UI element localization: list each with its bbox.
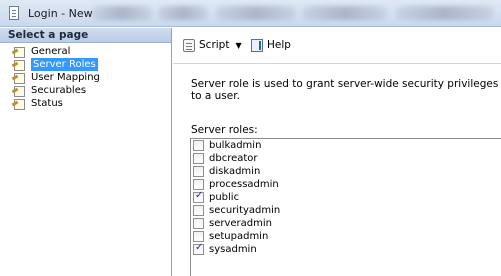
page-description: Server role is used to grant server-wide… <box>191 78 499 102</box>
help-label: Help <box>267 39 291 51</box>
script-icon <box>183 38 195 52</box>
document-icon <box>9 6 19 20</box>
role-name: dbcreator <box>209 153 258 164</box>
role-row-dbcreator[interactable]: dbcreator <box>191 152 501 165</box>
role-name: diskadmin <box>209 166 261 177</box>
role-row-public[interactable]: public <box>191 190 501 204</box>
role-row-bulkadmin[interactable]: bulkadmin <box>191 139 501 152</box>
role-name: bulkadmin <box>209 140 262 151</box>
page-item-server-roles[interactable]: Server Roles <box>0 58 171 71</box>
page-selector-header: Select a page <box>0 28 171 43</box>
role-checkbox[interactable] <box>193 190 204 203</box>
chevron-down-icon[interactable]: ▼ <box>235 41 241 50</box>
page-item-label: Securables <box>31 85 87 96</box>
blurred-title-text <box>302 6 387 20</box>
page-icon <box>12 59 28 71</box>
window-title: Login - New <box>28 7 93 20</box>
server-roles-page: Server role is used to grant server-wide… <box>173 65 501 276</box>
role-name: serveradmin <box>209 218 272 229</box>
blurred-title-text <box>158 6 208 20</box>
page-item-label: Server Roles <box>31 58 98 71</box>
page-item-label: General <box>31 46 71 57</box>
page-selector-pane: Select a page General Server Roles User … <box>0 28 172 276</box>
blurred-title-text <box>396 6 494 20</box>
page-item-label: Status <box>31 98 63 109</box>
title-bar: Login - New <box>0 0 501 27</box>
role-checkbox[interactable] <box>193 218 204 229</box>
role-checkbox[interactable] <box>193 166 204 177</box>
role-row-serveradmin[interactable]: serveradmin <box>191 217 501 230</box>
role-checkbox[interactable] <box>193 179 204 190</box>
server-roles-label: Server roles: <box>191 124 258 136</box>
role-name: sysadmin <box>209 244 257 255</box>
role-row-securityadmin[interactable]: securityadmin <box>191 204 501 217</box>
page-icon <box>12 85 28 97</box>
script-label: Script <box>199 39 230 51</box>
page-icon <box>12 46 28 58</box>
role-row-diskadmin[interactable]: diskadmin <box>191 165 501 178</box>
page-item-user-mapping[interactable]: User Mapping <box>0 71 171 84</box>
role-row-sysadmin[interactable]: sysadmin <box>191 242 501 256</box>
role-row-setupadmin[interactable]: setupadmin <box>191 230 501 243</box>
role-checkbox[interactable] <box>193 231 204 242</box>
role-row-processadmin[interactable]: processadmin <box>191 178 501 191</box>
role-checkbox[interactable] <box>193 205 204 216</box>
role-name: public <box>209 192 240 203</box>
role-name: securityadmin <box>209 205 281 216</box>
help-button[interactable]: Help <box>251 38 291 52</box>
page-list: General Server Roles User Mapping Secura… <box>0 43 171 110</box>
page-item-general[interactable]: General <box>0 45 171 58</box>
role-name: processadmin <box>209 179 279 190</box>
help-icon <box>251 38 263 52</box>
page-item-status[interactable]: Status <box>0 97 171 110</box>
page-item-securables[interactable]: Securables <box>0 84 171 97</box>
blurred-title-text <box>92 6 152 20</box>
role-checkbox[interactable] <box>193 153 204 164</box>
toolbar: Script ▼ Help <box>173 28 501 64</box>
role-checkbox[interactable] <box>193 242 204 255</box>
page-icon <box>12 72 28 84</box>
page-item-label: User Mapping <box>31 72 100 83</box>
script-button[interactable]: Script ▼ <box>183 38 242 52</box>
role-checkbox[interactable] <box>193 140 204 151</box>
blurred-title-text <box>216 6 296 20</box>
page-icon <box>12 98 28 110</box>
role-name: setupadmin <box>209 231 269 242</box>
server-roles-list: bulkadmin dbcreator diskadmin processadm… <box>190 138 501 276</box>
